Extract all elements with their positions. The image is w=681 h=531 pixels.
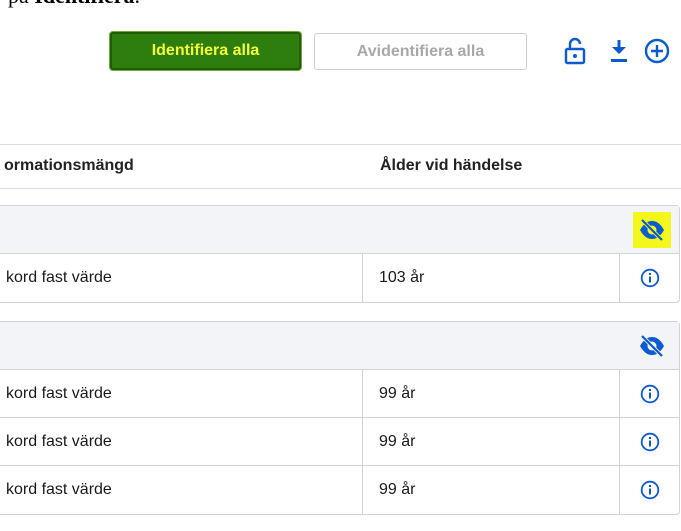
add-circle-icon[interactable] (642, 36, 672, 66)
age-cell: 99 år (363, 370, 620, 417)
table-row[interactable]: kord fast värde 103 år (0, 254, 679, 302)
table-row[interactable]: kord fast värde 99 år (0, 418, 679, 466)
information-cell: kord fast värde (0, 370, 363, 417)
eye-off-icon[interactable] (633, 212, 671, 248)
lock-open-icon[interactable] (560, 36, 590, 66)
information-cell: kord fast värde (0, 418, 363, 465)
age-cell: 99 år (363, 418, 620, 465)
info-icon[interactable] (620, 466, 680, 514)
information-cell: kord fast värde (0, 466, 363, 514)
info-icon[interactable] (620, 254, 680, 302)
record-group: kord fast värde 99 år kord fast värde 99… (0, 321, 680, 515)
table-row[interactable]: kord fast värde 99 år (0, 370, 679, 418)
header-top-divider (0, 144, 681, 145)
information-cell: kord fast värde (0, 254, 363, 302)
info-icon[interactable] (620, 370, 680, 417)
deidentify-all-button[interactable]: Avidentifiera alla (314, 33, 527, 70)
column-header-information: ormationsmängd (4, 157, 134, 174)
identify-all-button[interactable]: Identifiera alla (110, 32, 301, 70)
info-icon[interactable] (620, 418, 680, 465)
eye-off-icon[interactable] (633, 328, 671, 364)
column-header-age: Ålder vid händelse (380, 157, 523, 174)
record-group: kord fast värde 103 år (0, 205, 680, 303)
group-header (0, 206, 679, 254)
age-cell: 99 år (363, 466, 620, 514)
group-header (0, 322, 679, 370)
instruction-caption: på Identifiera. (8, 0, 140, 9)
download-icon[interactable] (604, 36, 634, 66)
age-cell: 103 år (363, 254, 620, 302)
table-row[interactable]: kord fast värde 99 år (0, 466, 679, 514)
header-bottom-divider (0, 188, 681, 189)
